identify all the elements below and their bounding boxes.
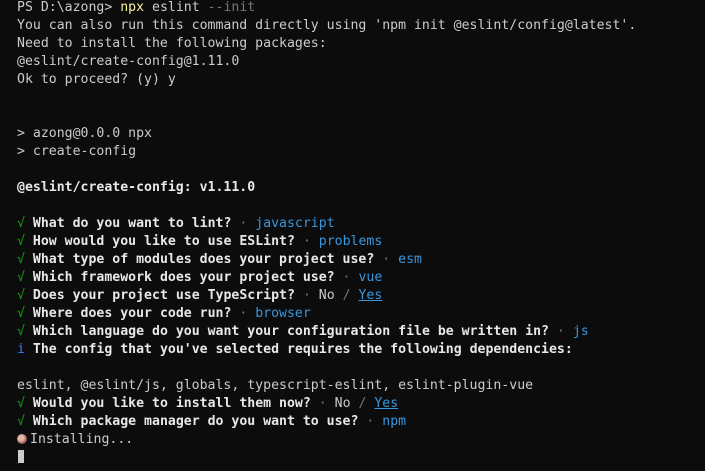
check-icon: √: [17, 396, 25, 411]
cmd-eslint: eslint: [152, 0, 200, 15]
installing-status: Installing...: [17, 431, 705, 449]
check-icon: √: [17, 324, 25, 339]
question-framework: √ Which framework does your project use?…: [17, 270, 383, 285]
question-text: Which framework does your project use?: [32, 270, 335, 285]
check-icon: √: [17, 234, 25, 249]
answer-text: esm: [398, 252, 422, 267]
question-lint: √ What do you want to lint? · javascript: [17, 216, 335, 231]
question-modules: √ What type of modules does your project…: [17, 252, 422, 267]
check-icon: √: [17, 306, 25, 321]
output-need-install: Need to install the following packages:: [17, 36, 327, 51]
check-icon: √: [17, 216, 25, 231]
info-dependencies: i The config that you've selected requir…: [17, 341, 705, 359]
answer-text: browser: [255, 306, 311, 321]
output-run-directly: You can also run this command directly u…: [17, 18, 637, 33]
check-icon: √: [17, 252, 25, 267]
output-dependency-list: eslint, @eslint/js, globals, typescript-…: [17, 378, 534, 393]
question-runtime: √ Where does your code run? · browser: [17, 306, 311, 321]
question-usage: √ How would you like to use ESLint? · pr…: [17, 234, 383, 249]
output-azong: > azong@0.0.0 npx: [17, 126, 152, 141]
answer-text: js: [572, 324, 589, 339]
answer-no: No: [318, 288, 335, 303]
answer-text: vue: [358, 270, 383, 285]
question-text: Where does your code run?: [32, 306, 232, 321]
question-text: Does your project use TypeScript?: [32, 288, 295, 303]
check-icon: √: [17, 270, 25, 285]
command-line: PS D:\azong> npx eslint --init: [17, 0, 705, 17]
output-create-config: > create-config: [17, 144, 137, 159]
answer-no: No: [334, 396, 351, 411]
check-icon: √: [17, 414, 25, 429]
check-icon: √: [17, 288, 25, 303]
output-ok-proceed: Ok to proceed? (y) y: [17, 72, 176, 87]
question-text: What do you want to lint?: [32, 216, 232, 231]
installing-text: Installing...: [30, 432, 134, 447]
cmd-flag: --init: [207, 0, 256, 15]
info-text: The config that you've selected requires…: [32, 342, 573, 357]
question-typescript: √ Does your project use TypeScript? · No…: [17, 288, 383, 303]
spinner-icon: [17, 434, 27, 444]
question-text: What type of modules does your project u…: [32, 252, 375, 267]
answer-yes: Yes: [358, 288, 383, 303]
question-config-language: √ Which language do you want your config…: [17, 324, 589, 339]
question-text: Which language do you want your configur…: [32, 324, 549, 339]
question-text: Would you like to install them now?: [32, 396, 311, 411]
cursor-line: [17, 449, 705, 467]
output-package: @eslint/create-config@1.11.0: [17, 54, 240, 69]
answer-yes: Yes: [374, 396, 399, 411]
question-text: How would you like to use ESLint?: [32, 234, 295, 249]
answer-text: npm: [382, 414, 407, 429]
cmd-npx: npx: [120, 0, 145, 15]
terminal-window[interactable]: PS D:\azong> npx eslint --init You can a…: [0, 0, 705, 471]
shell-prompt: PS D:\azong>: [17, 0, 121, 15]
question-package-manager: √ Which package manager do you want to u…: [17, 414, 407, 429]
cursor-icon: [18, 450, 24, 463]
answer-text: problems: [318, 234, 383, 249]
question-text: Which package manager do you want to use…: [32, 414, 359, 429]
question-install-now: √ Would you like to install them now? · …: [17, 396, 399, 411]
answer-text: javascript: [255, 216, 335, 231]
output-version: @eslint/create-config: v1.11.0: [17, 180, 256, 195]
info-icon: i: [17, 342, 25, 357]
